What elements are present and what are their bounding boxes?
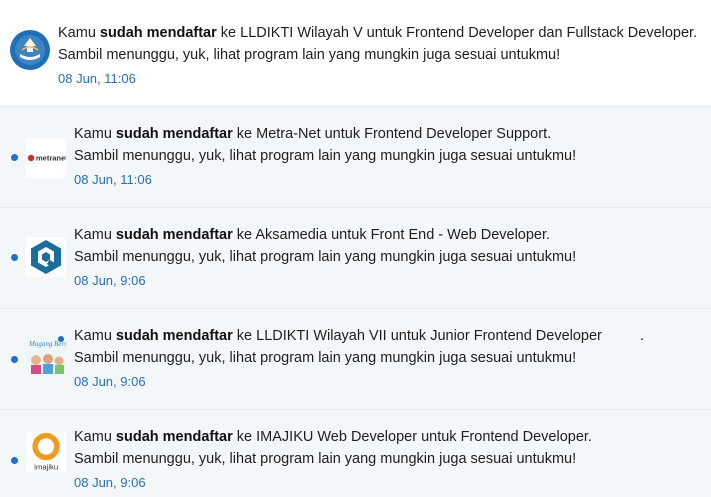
status-emphasis: sudah mendaftar	[115, 328, 233, 344]
status-emphasis: sudah mendaftar	[115, 126, 233, 142]
notification-message: Kamu sudah mendaftar ke IMAJIKU Web Deve…	[74, 429, 592, 445]
imajiku-logo: imajiku	[26, 432, 66, 472]
unread-dot-icon	[11, 154, 18, 161]
notification-message: Kamu sudah mendaftar ke LLDIKTI Wilayah …	[58, 25, 698, 41]
notification-time: 08 Jun, 9:06	[74, 273, 146, 288]
notification-content: Kamu sudah mendaftar ke Metra-Net untuk …	[74, 123, 703, 189]
svg-text:imajiku: imajiku	[34, 462, 58, 471]
notification-item[interactable]: Kamu sudah mendaftar ke Aksamedia untuk …	[0, 208, 711, 309]
notification-item[interactable]: metranet Kamu sudah mendaftar ke Metra-N…	[0, 107, 711, 208]
notification-message: Kamu sudah mendaftar ke Aksamedia untuk …	[74, 227, 551, 243]
unread-dot-icon	[11, 254, 18, 261]
status-emphasis: sudah mendaftar	[115, 429, 233, 445]
notification-item[interactable]: Magang Bersama Kamu sudah mendaftar ke L…	[0, 309, 711, 410]
unread-dot-icon	[11, 457, 18, 464]
aksamedia-logo	[26, 237, 66, 277]
notification-time: 08 Jun, 9:06	[74, 475, 146, 490]
notification-subtext: Sambil menunggu, yuk, lihat program lain…	[74, 350, 577, 366]
notification-item[interactable]: Kamu sudah mendaftar ke LLDIKTI Wilayah …	[0, 0, 711, 107]
notification-time: 08 Jun, 11:06	[74, 172, 152, 187]
svg-text:metranet: metranet	[36, 154, 66, 163]
notification-content: Kamu sudah mendaftar ke IMAJIKU Web Deve…	[74, 426, 703, 492]
notification-content: Kamu sudah mendaftar ke Aksamedia untuk …	[74, 224, 703, 290]
magang-bersertifikat-logo: Magang Bersama	[26, 334, 66, 374]
notification-content: Kamu sudah mendaftar ke LLDIKTI Wilayah …	[74, 325, 703, 391]
notification-subtext: Sambil menunggu, yuk, lihat program lain…	[74, 451, 577, 467]
notification-list: Kamu sudah mendaftar ke LLDIKTI Wilayah …	[0, 0, 711, 497]
notification-message: Kamu sudah mendaftar ke Metra-Net untuk …	[74, 126, 552, 142]
notification-message: Kamu sudah mendaftar ke LLDIKTI Wilayah …	[74, 328, 644, 344]
unread-dot-icon	[11, 356, 18, 363]
metranet-logo: metranet	[26, 138, 66, 178]
notification-subtext: Sambil menunggu, yuk, lihat program lain…	[58, 47, 561, 63]
notification-subtext: Sambil menunggu, yuk, lihat program lain…	[74, 249, 577, 265]
notification-time: 08 Jun, 9:06	[74, 374, 146, 389]
status-emphasis: sudah mendaftar	[99, 25, 217, 41]
notification-time: 08 Jun, 11:06	[58, 71, 136, 86]
tut-wuri-handayani-logo	[10, 30, 50, 70]
notification-content: Kamu sudah mendaftar ke LLDIKTI Wilayah …	[58, 22, 703, 88]
notification-item[interactable]: imajiku Kamu sudah mendaftar ke IMAJIKU …	[0, 410, 711, 497]
status-emphasis: sudah mendaftar	[115, 227, 233, 243]
notification-subtext: Sambil menunggu, yuk, lihat program lain…	[74, 148, 577, 164]
